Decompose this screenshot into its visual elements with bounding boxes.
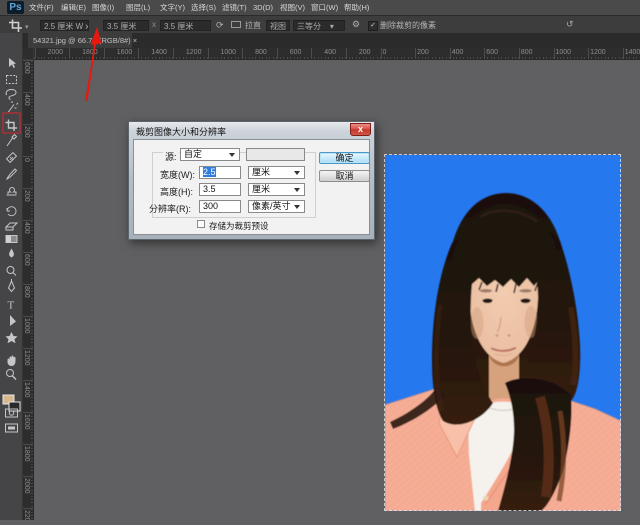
svg-text:T: T [8,300,15,312]
